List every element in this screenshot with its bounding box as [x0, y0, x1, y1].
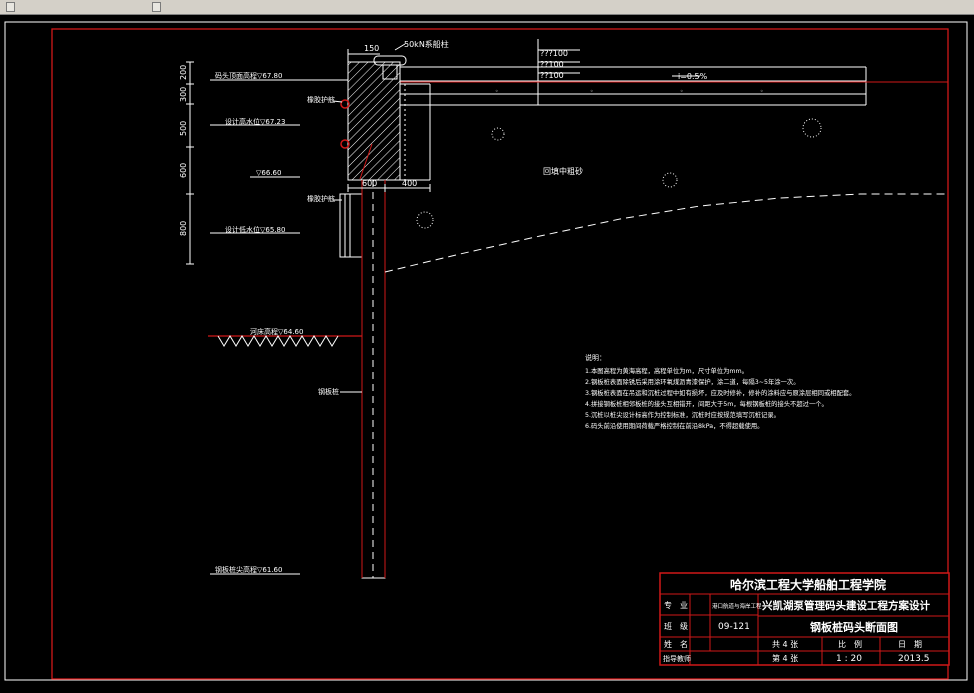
tb-scale-label: 比 例 — [838, 639, 862, 649]
cad-toolbar-strip — [0, 0, 974, 15]
notes-heading: 说明： — [585, 353, 606, 362]
fender-lower-label: 橡胶护舷 — [307, 194, 335, 203]
note-1: 1.本图高程为黄海高程，高程单位为m，尺寸单位为mm。 — [585, 366, 748, 375]
elev-riverbed: 河床高程▽64.60 — [250, 327, 303, 336]
svg-text:◦: ◦ — [760, 88, 764, 95]
dim-apron-width: 400 — [402, 179, 417, 188]
elev-top: 码头顶面高程▽67.80 — [215, 71, 282, 80]
tb-total: 共 4 张 — [772, 640, 798, 649]
cad-drawing-area[interactable]: ◦ ◦ ◦ ◦ ???100 ??100 ??100 i=0.5% 50kN系船… — [0, 14, 974, 689]
elev-mid: ▽66.60 — [256, 169, 281, 177]
dim-h4: 600 — [179, 163, 188, 178]
svg-text:◦: ◦ — [495, 88, 499, 95]
elev-toe: 钢板桩尖高程▽61.60 — [215, 565, 282, 574]
pavement-label-1: ???100 — [540, 49, 568, 58]
sheet-pile-label: 钢板桩 — [318, 387, 339, 396]
dim-h5: 800 — [179, 221, 188, 236]
tb-name-label: 姓 名 — [664, 639, 688, 649]
drawing-canvas: ◦ ◦ ◦ ◦ ???100 ??100 ??100 i=0.5% 50kN系船… — [4, 21, 968, 681]
toolbar-grip-left[interactable] — [6, 2, 15, 12]
pavement-label-3: ??100 — [540, 71, 564, 80]
fender-pad — [339, 193, 363, 258]
cap-beam — [347, 61, 401, 181]
backfill-label: 回填中粗砂 — [543, 166, 583, 176]
dim-top-width: 150 — [364, 44, 379, 53]
slope-label: i=0.5% — [678, 72, 708, 81]
dim-h1: 200 — [179, 65, 188, 80]
tb-date-value: 2013.5 — [898, 654, 930, 664]
dim-base-width: 600 — [362, 179, 377, 188]
note-3: 3.钢板桩表面在吊运和沉桩过程中如有损坏，应及时修补，修补的涂料应与原涂层相同或… — [585, 388, 855, 397]
tb-scale-value: 1 : 20 — [836, 654, 862, 664]
note-4: 4.拼接钢板桩相邻板桩的接头互相错开，间距大于5m，每根钢板桩的接头不超过一个。 — [585, 399, 828, 408]
elev-design-low: 设计低水位▽65.80 — [225, 225, 285, 234]
tb-major-label: 专 业 — [664, 600, 688, 610]
dim-h2: 300 — [179, 87, 188, 102]
elevation-lines — [210, 79, 348, 575]
toolbar-grip-right[interactable] — [152, 2, 161, 12]
tb-advisor-label: 指导教师 — [663, 654, 691, 663]
tb-project: 兴凯湖泵管理码头建设工程方案设计 — [762, 599, 930, 612]
svg-text:◦: ◦ — [680, 88, 684, 95]
tb-class-label: 班 级 — [664, 621, 688, 631]
tb-sheet: 第 4 张 — [772, 653, 798, 663]
tb-date-label: 日 期 — [898, 640, 922, 649]
fender-upper-label: 橡胶护舷 — [307, 95, 335, 104]
note-2: 2.钢板桩表面除锈后采用涂环氧煤沥青漆保护，涂二道，每隔3~5年涂一次。 — [585, 377, 800, 386]
tb-major-value: 港口航道与海岸工程 — [712, 602, 762, 610]
tb-class-value: 09-121 — [718, 622, 750, 632]
dim-h3: 500 — [179, 121, 188, 136]
elev-design-high: 设计高水位▽67.23 — [225, 117, 285, 126]
fill-grain-symbols — [416, 118, 822, 229]
svg-text:◦: ◦ — [590, 88, 594, 95]
riverbed-hatch — [217, 335, 339, 347]
bollard-label: 50kN系船柱 — [404, 39, 449, 49]
pavement-layers: ◦ ◦ ◦ ◦ — [400, 39, 948, 106]
note-6: 6.码头前沿使用期间荷载严格控制在前沿8kPa，不得超载使用。 — [585, 421, 763, 430]
note-5: 5.沉桩以桩尖设计标高作为控制标准，沉桩时应按规范填写沉桩记录。 — [585, 410, 780, 419]
tb-school: 哈尔滨工程大学船舶工程学院 — [730, 577, 886, 592]
backfill-boundary — [384, 193, 948, 273]
tb-drawing-name: 钢板桩码头断面图 — [810, 620, 898, 634]
pavement-label-2: ??100 — [540, 60, 564, 69]
